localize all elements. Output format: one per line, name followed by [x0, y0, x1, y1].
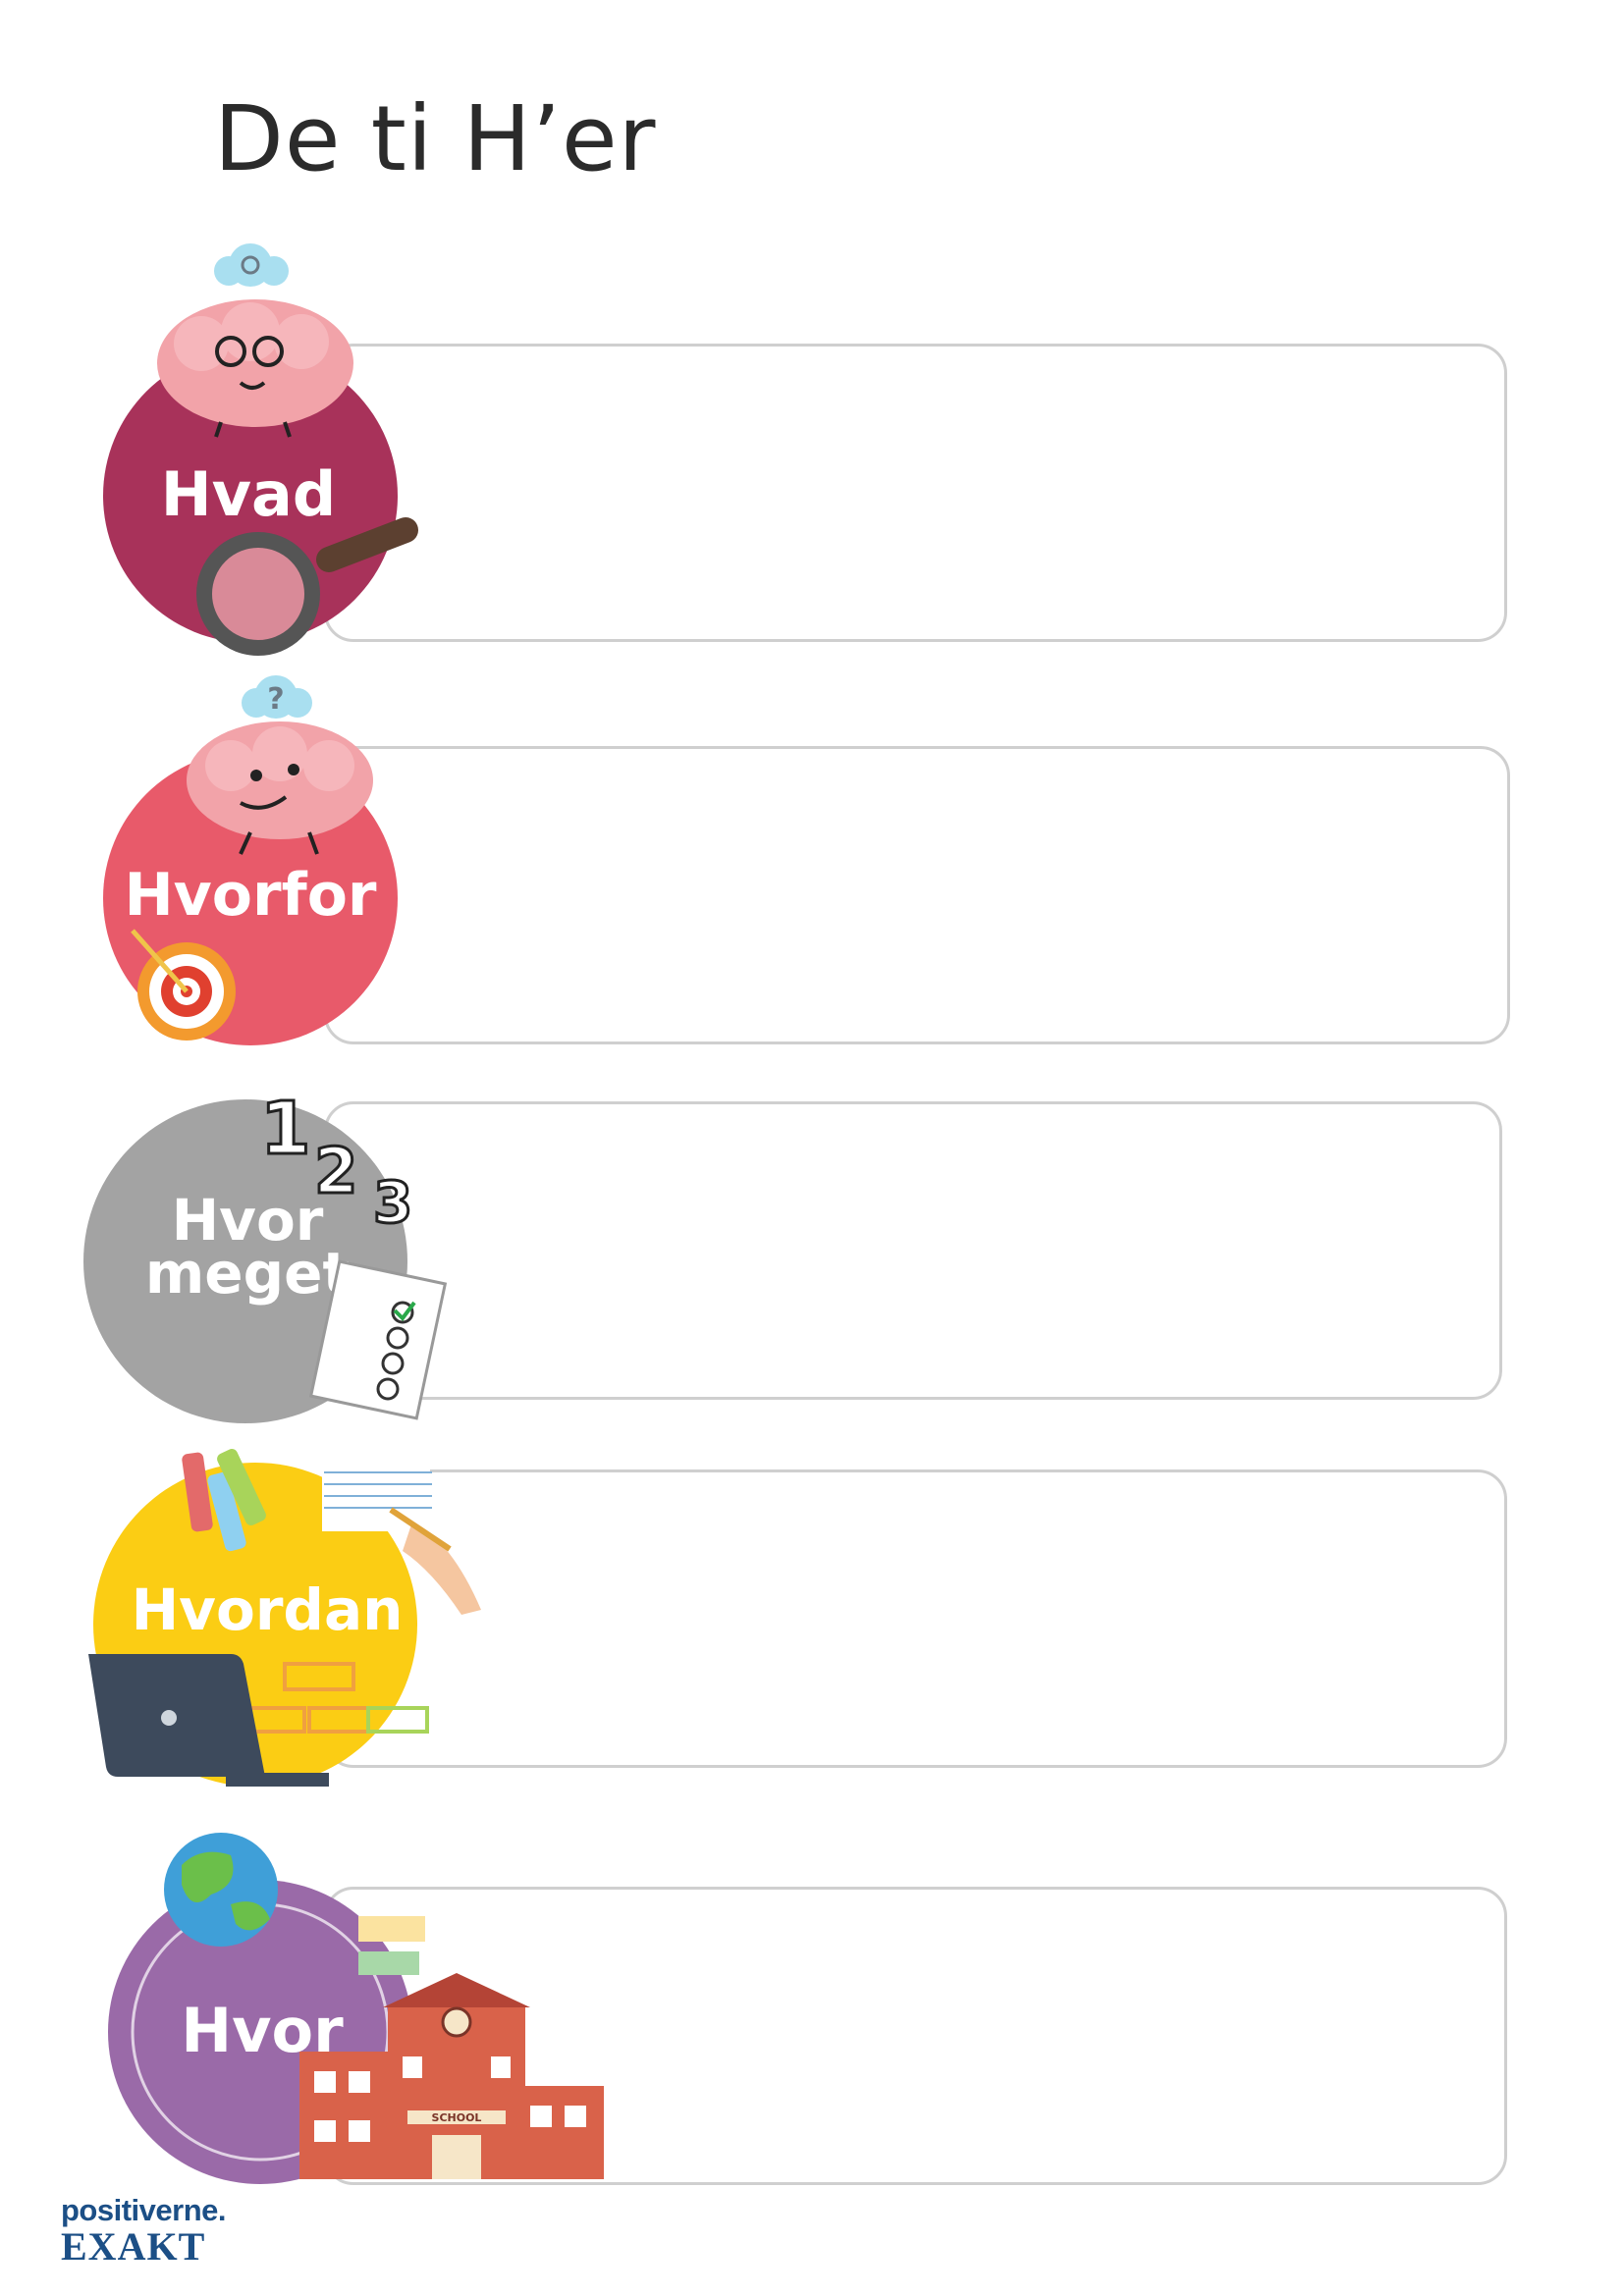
- answer-box-hvorfor[interactable]: [324, 746, 1510, 1044]
- section-label-hvordan: Hvordan: [132, 1576, 404, 1643]
- section-badge-hvorfor: ? Hvorfor: [103, 675, 398, 1045]
- section-label-hvad: Hvad: [161, 458, 337, 530]
- section-badge-hvordan: Hvordan: [88, 1449, 481, 1787]
- number-3: 3: [373, 1169, 412, 1236]
- svg-text:?: ?: [267, 682, 284, 717]
- globe-icon: [164, 1833, 278, 1947]
- answer-box-hvordan[interactable]: [324, 1469, 1507, 1768]
- answer-box-hvor-meget[interactable]: [324, 1101, 1502, 1400]
- brand-logo-bottom: EXAKT: [61, 2224, 206, 2269]
- section-badge-hvad: Hvad: [103, 243, 418, 656]
- brand-logo: positiverne. EXAKT: [61, 2193, 227, 2269]
- number-1: 1: [260, 1087, 311, 1171]
- school-sign: SCHOOL: [432, 2111, 482, 2124]
- question-cloud-icon: ?: [242, 675, 312, 719]
- section-label-hvor-meget-line2: meget: [145, 1240, 350, 1307]
- page-title: De ti H’er: [214, 86, 657, 191]
- lightbulb-cloud-icon: [214, 243, 289, 287]
- section-label-hvorfor: Hvorfor: [124, 861, 376, 930]
- section-badge-hvor: Hvor SCHOOL: [108, 1833, 604, 2184]
- answer-box-hvad[interactable]: [324, 344, 1507, 642]
- section-badge-hvor-meget: 1 2 3 Hvor meget: [83, 1086, 448, 1423]
- brand-logo-top: positiverne.: [61, 2193, 227, 2227]
